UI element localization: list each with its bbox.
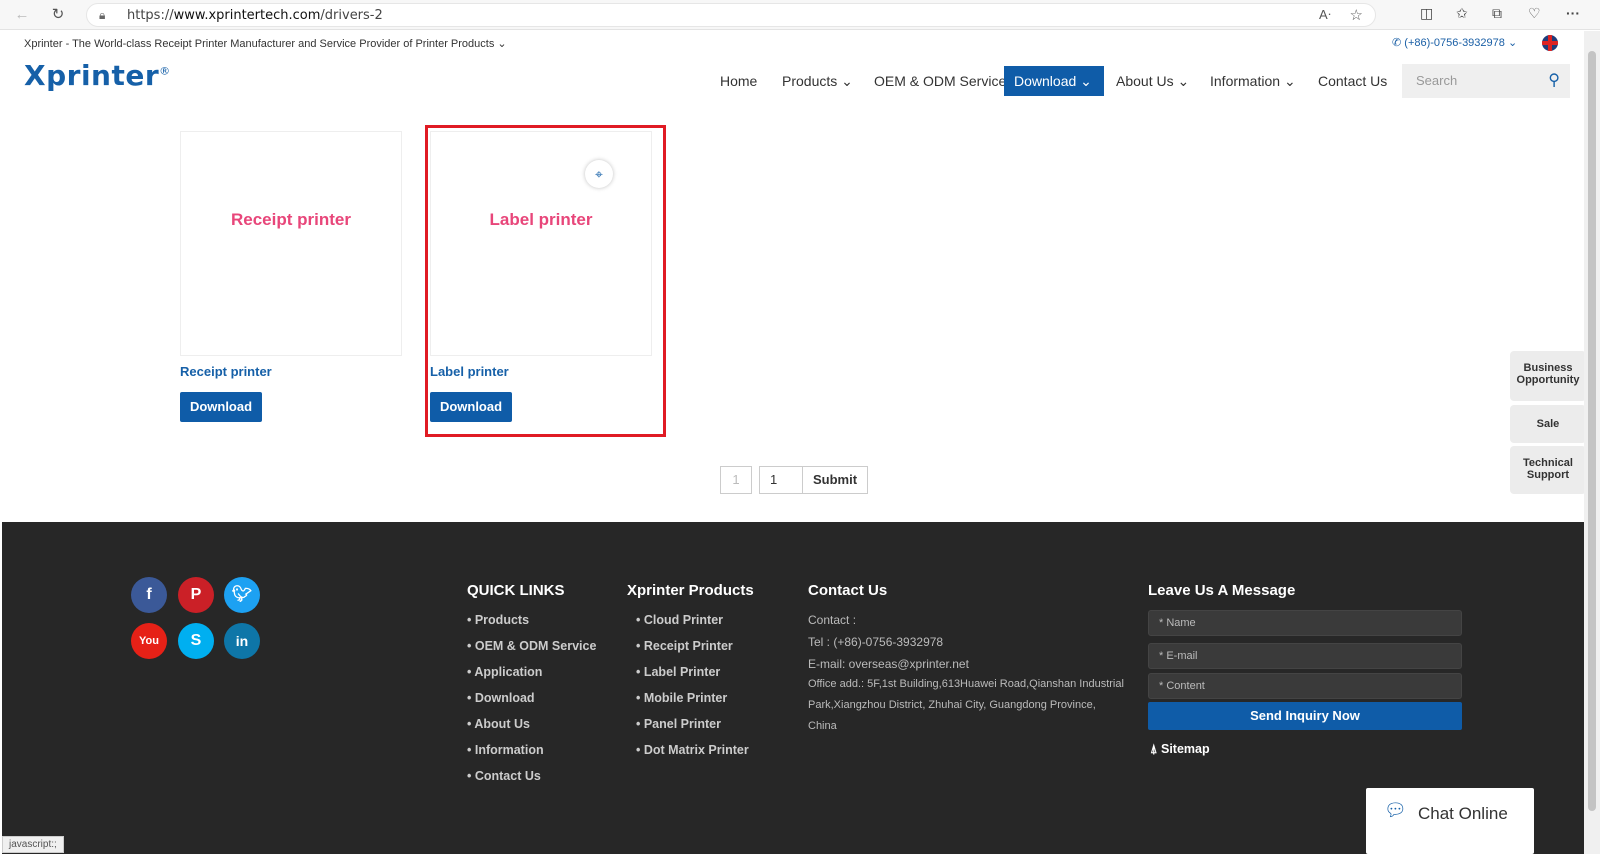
browser-toolbar: ← ↻ 🔒︎ https://www.xprintertech.com/driv… bbox=[0, 0, 1600, 30]
quick-link[interactable]: • Products bbox=[467, 613, 529, 627]
quick-links-title: QUICK LINKS bbox=[467, 582, 565, 599]
side-tab-sale[interactable]: Sale bbox=[1510, 405, 1584, 443]
nav-about-us[interactable]: About Us ⌄ bbox=[1116, 66, 1189, 96]
page-scrollbar[interactable] bbox=[1584, 31, 1600, 854]
nav-oem-odm[interactable]: OEM & ODM Service bbox=[874, 66, 1006, 96]
phone-icon: ✆ bbox=[1392, 37, 1402, 49]
quick-link[interactable]: • OEM & ODM Service bbox=[467, 639, 596, 653]
product-link[interactable]: • Dot Matrix Printer bbox=[636, 743, 749, 757]
name-field[interactable]: * Name bbox=[1148, 610, 1462, 636]
scrollbar-thumb[interactable] bbox=[1588, 51, 1596, 811]
side-tab-technical-support[interactable]: Technical Support bbox=[1510, 446, 1584, 494]
chevron-down-icon: ⌄ bbox=[1283, 73, 1296, 89]
language-flag-icon[interactable] bbox=[1542, 35, 1558, 51]
lock-icon: 🔒︎ bbox=[99, 8, 106, 22]
receipt-printer-title[interactable]: Receipt printer bbox=[180, 364, 272, 379]
refresh-icon[interactable]: ↻ bbox=[48, 5, 68, 25]
chevron-down-icon: ⌄ bbox=[1080, 73, 1092, 89]
nav-products[interactable]: Products ⌄ bbox=[782, 66, 853, 96]
header-phone[interactable]: ✆ (+86)-0756-3932978 ⌄ bbox=[1392, 36, 1517, 49]
chat-label: Chat Online bbox=[1418, 804, 1508, 823]
favorite-star-icon[interactable]: ☆ bbox=[1350, 6, 1363, 24]
search-input[interactable]: Search ⚲ bbox=[1402, 64, 1570, 98]
highlight-box bbox=[425, 125, 666, 437]
message-title: Leave Us A Message bbox=[1148, 582, 1296, 599]
chevron-down-icon: ⌄ bbox=[1177, 73, 1190, 89]
sitemap-link[interactable]: ⍋ Sitemap bbox=[1150, 742, 1210, 757]
back-arrow-icon[interactable]: ← bbox=[12, 5, 32, 25]
sitemap-icon: ⍋ bbox=[1150, 742, 1158, 756]
page-submit-button[interactable]: Submit bbox=[802, 466, 868, 494]
contact-address: Office add.: 5F,1st Building,613Huawei R… bbox=[808, 678, 1124, 690]
search-placeholder: Search bbox=[1416, 73, 1458, 88]
browser-essentials-icon[interactable]: ♡ bbox=[1528, 5, 1541, 25]
pagination: 1 1 Submit bbox=[2, 466, 1584, 494]
product-link[interactable]: • Label Printer bbox=[636, 665, 720, 679]
site-tagline: Xprinter - The World-class Receipt Print… bbox=[24, 38, 507, 50]
youtube-icon[interactable]: You bbox=[131, 623, 167, 659]
email-field[interactable]: * E-mail bbox=[1148, 643, 1462, 669]
pinterest-icon[interactable]: P bbox=[178, 577, 214, 613]
contact-title: Contact Us bbox=[808, 582, 888, 599]
contact-email[interactable]: E-mail: overseas@xprinter.net bbox=[808, 657, 969, 671]
product-link[interactable]: • Cloud Printer bbox=[636, 613, 723, 627]
contact-tel: Tel : (+86)-0756-3932978 bbox=[808, 635, 944, 649]
send-inquiry-button[interactable]: Send Inquiry Now bbox=[1148, 702, 1462, 730]
contact-line: Contact : bbox=[808, 613, 857, 627]
twitter-icon[interactable]: 🐦︎ bbox=[224, 577, 260, 613]
chat-bubble-icon: 💬︎ bbox=[1384, 800, 1407, 820]
products-title: Xprinter Products bbox=[627, 582, 754, 599]
chat-online-button[interactable]: 💬︎ Chat Online bbox=[1366, 788, 1534, 854]
quick-link[interactable]: • About Us bbox=[467, 717, 530, 731]
product-link[interactable]: • Panel Printer bbox=[636, 717, 721, 731]
facebook-icon[interactable]: f bbox=[131, 577, 167, 613]
favorites-icon[interactable]: ✩ bbox=[1456, 5, 1468, 25]
receipt-printer-card[interactable]: Receipt printer bbox=[180, 131, 402, 356]
page-number[interactable]: 1 bbox=[720, 466, 752, 494]
page-input[interactable]: 1 bbox=[759, 466, 803, 494]
receipt-download-button[interactable]: Download bbox=[180, 392, 262, 422]
quick-link[interactable]: • Application bbox=[467, 665, 542, 679]
search-icon[interactable]: ⚲ bbox=[1548, 70, 1560, 90]
nav-information[interactable]: Information ⌄ bbox=[1210, 66, 1296, 96]
linkedin-icon[interactable]: in bbox=[224, 623, 260, 659]
contact-address: China bbox=[808, 720, 837, 732]
status-bar: javascript:; bbox=[2, 836, 64, 853]
split-screen-icon[interactable]: ◫ bbox=[1420, 5, 1433, 25]
web-page: Xprinter - The World-class Receipt Print… bbox=[2, 31, 1584, 854]
side-tab-business[interactable]: Business Opportunity bbox=[1510, 351, 1584, 401]
quick-link[interactable]: • Information bbox=[467, 743, 544, 757]
site-footer: f P 🐦︎ You S in QUICK LINKS • Products •… bbox=[2, 522, 1584, 854]
chevron-down-icon: ⌄ bbox=[841, 73, 853, 89]
chevron-down-icon[interactable]: ⌄ bbox=[497, 38, 506, 50]
main-nav: Home Products ⌄ OEM & ODM Service Downlo… bbox=[2, 66, 1402, 96]
nav-download[interactable]: Download ⌄ bbox=[1004, 66, 1104, 96]
card-image-text: Receipt printer bbox=[231, 210, 351, 229]
product-link[interactable]: • Mobile Printer bbox=[636, 691, 727, 705]
read-aloud-icon[interactable]: Aᐧ bbox=[1319, 7, 1331, 23]
nav-contact-us[interactable]: Contact Us bbox=[1318, 66, 1387, 96]
nav-home[interactable]: Home bbox=[720, 66, 757, 96]
content-field[interactable]: * Content bbox=[1148, 673, 1462, 699]
address-bar[interactable]: 🔒︎ https://www.xprintertech.com/drivers-… bbox=[86, 3, 1376, 27]
collections-icon[interactable]: ⧉ bbox=[1492, 5, 1502, 25]
skype-icon[interactable]: S bbox=[178, 623, 214, 659]
quick-link[interactable]: • Contact Us bbox=[467, 769, 541, 783]
contact-address: Park,Xiangzhou District, Zhuhai City, Gu… bbox=[808, 699, 1096, 711]
product-link[interactable]: • Receipt Printer bbox=[636, 639, 733, 653]
more-menu-icon[interactable]: ··· bbox=[1566, 5, 1580, 25]
url-text: https://www.xprintertech.com/drivers-2 bbox=[127, 8, 383, 23]
quick-link[interactable]: • Download bbox=[467, 691, 535, 705]
